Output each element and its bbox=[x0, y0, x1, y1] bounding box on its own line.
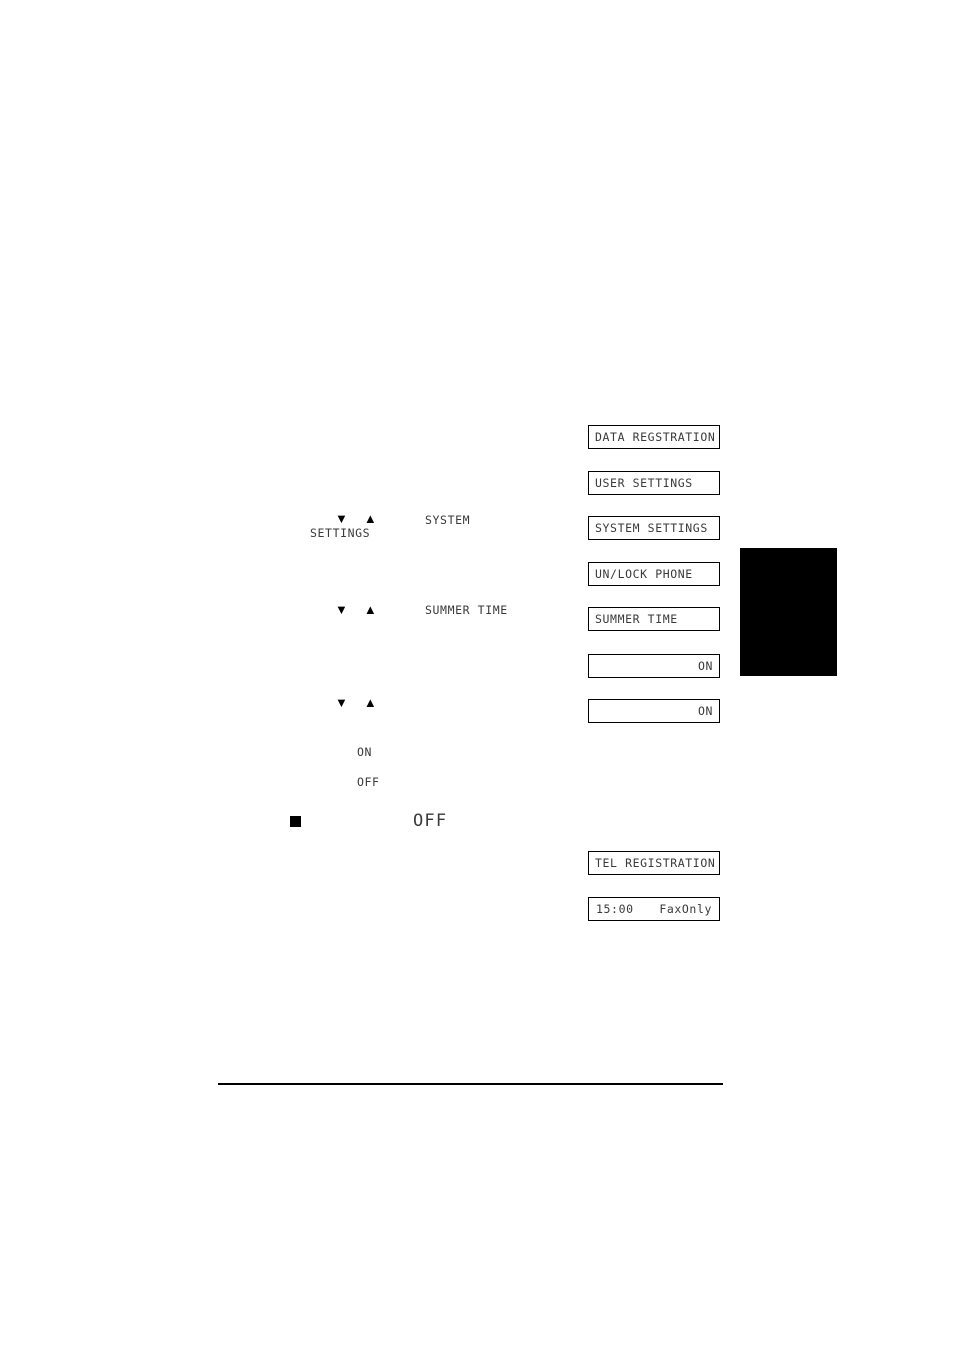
lcd-display-unlock-phone: UN/LOCK PHONE bbox=[588, 562, 720, 586]
option-list-item-off: OFF bbox=[357, 775, 380, 789]
step-summer-time-arrows: ▼ ▲ bbox=[335, 603, 377, 616]
lcd-display-standby: 15:00 FaxOnly bbox=[588, 897, 720, 921]
lcd-text: TEL REGISTRATION bbox=[595, 856, 716, 870]
lcd-display-summer-time-value-2: ON bbox=[588, 699, 720, 723]
lcd-standby-time: 15:00 bbox=[596, 902, 634, 916]
arrow-down-icon[interactable]: ▼ bbox=[335, 512, 348, 525]
step-system-settings-label-line-2: SETTINGS bbox=[310, 526, 371, 540]
lcd-text: USER SETTINGS bbox=[595, 476, 693, 490]
page-tab-marker bbox=[740, 548, 837, 676]
step-system-settings-label-line-1: SYSTEM bbox=[425, 513, 471, 527]
lcd-standby-mode: FaxOnly bbox=[659, 902, 712, 916]
note-off-text: OFF bbox=[413, 811, 448, 831]
arrow-up-icon[interactable]: ▲ bbox=[364, 696, 377, 709]
lcd-display-system-settings: SYSTEM SETTINGS bbox=[588, 516, 720, 540]
option-list-item-on: ON bbox=[357, 745, 373, 759]
step-system-settings-arrows: ▼ ▲ bbox=[335, 512, 377, 525]
lcd-text: ON bbox=[697, 659, 713, 673]
step-summer-time-label: SUMMER TIME bbox=[425, 603, 508, 617]
manual-page: DATA REGSTRATION USER SETTINGS SYSTEM SE… bbox=[0, 0, 954, 1351]
lcd-text: DATA REGSTRATION bbox=[595, 430, 716, 444]
lcd-display-summer-time: SUMMER TIME bbox=[588, 607, 720, 631]
footer-divider bbox=[218, 1083, 723, 1085]
lcd-display-data-registration: DATA REGSTRATION bbox=[588, 425, 720, 449]
note-bullet-icon bbox=[290, 816, 301, 827]
step-select-value-arrows: ▼ ▲ bbox=[335, 696, 377, 709]
arrow-up-icon[interactable]: ▲ bbox=[364, 512, 377, 525]
lcd-display-summer-time-value-1: ON bbox=[588, 654, 720, 678]
arrow-down-icon[interactable]: ▼ bbox=[335, 696, 348, 709]
lcd-display-user-settings: USER SETTINGS bbox=[588, 471, 720, 495]
lcd-text: UN/LOCK PHONE bbox=[595, 567, 693, 581]
arrow-up-icon[interactable]: ▲ bbox=[364, 603, 377, 616]
arrow-down-icon[interactable]: ▼ bbox=[335, 603, 348, 616]
lcd-text: ON bbox=[697, 704, 713, 718]
lcd-display-tel-registration: TEL REGISTRATION bbox=[588, 851, 720, 875]
lcd-text: SUMMER TIME bbox=[595, 612, 678, 626]
lcd-text: SYSTEM SETTINGS bbox=[595, 521, 708, 535]
